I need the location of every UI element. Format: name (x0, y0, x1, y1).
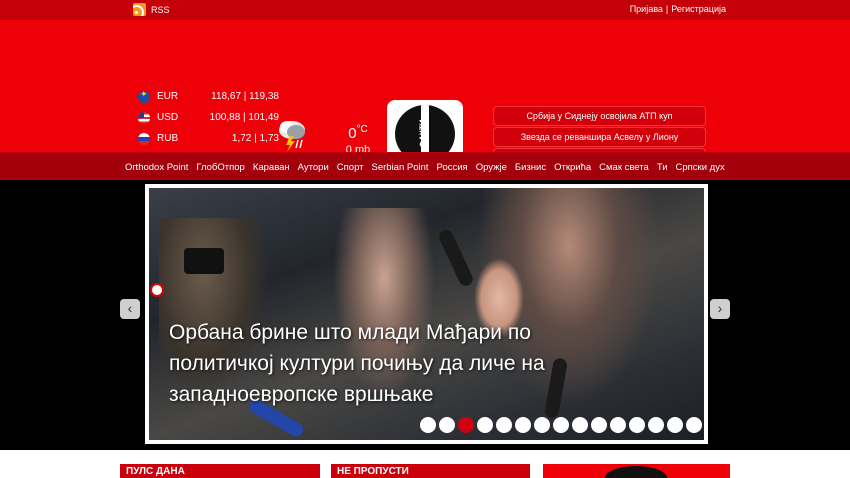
slide-image[interactable]: Орбана брине што млади Мађари по политич… (149, 188, 704, 440)
slider-dot[interactable] (686, 417, 702, 433)
header: EUR 118,67 | 119,38 USD 100,88 | 101,49 … (0, 20, 850, 168)
headline-link[interactable]: Звезда се реваншира Асвелу у Лиону (493, 127, 706, 147)
top-bar: RSS Пријава | Регистрација (0, 0, 850, 20)
nav-item-otkrica[interactable]: Открића (554, 162, 591, 173)
slider-dot[interactable] (553, 417, 569, 433)
nav-item-ti[interactable]: Ти (657, 162, 668, 173)
nav-item-karavan[interactable]: Караван (253, 162, 290, 173)
register-link[interactable]: Регистрација (671, 4, 726, 14)
featured-slider: ‹ Орбана брине што млади Мађари по полит… (0, 180, 850, 450)
section-title-puls-dana[interactable]: ПУЛС ДАНА (120, 464, 320, 478)
login-link[interactable]: Пријава (630, 4, 663, 14)
slider-dots (420, 417, 702, 433)
rate-row: EUR 118,67 | 119,38 (138, 86, 279, 107)
section-title-ne-propusti[interactable]: НЕ ПРОПУСТИ (331, 464, 530, 478)
slider-dot[interactable] (591, 417, 607, 433)
slider-dot[interactable] (439, 417, 455, 433)
rate-value: 118,67 | 119,38 (211, 91, 279, 102)
slider-dot[interactable] (629, 417, 645, 433)
us-flag-icon (138, 111, 150, 124)
nav-item-globotpor[interactable]: ГлобОтпор (196, 162, 244, 173)
rate-value: 1,72 | 1,73 (231, 133, 279, 144)
slider-dot[interactable] (458, 417, 474, 433)
auth-separator: | (665, 4, 669, 14)
slider-next-button[interactable]: › (710, 299, 730, 319)
currency-code: EUR (157, 91, 179, 102)
slider-dot[interactable] (572, 417, 588, 433)
slider-dot[interactable] (648, 417, 664, 433)
logo-text: ФАКТИ (418, 119, 428, 148)
exchange-rates: EUR 118,67 | 119,38 USD 100,88 | 101,49 … (138, 86, 279, 149)
rss-link[interactable]: RSS (133, 3, 170, 16)
main-nav: Orthodox Point ГлобОтпор Караван Аутори … (0, 152, 850, 180)
promo-banner[interactable] (543, 464, 730, 478)
nav-item-rossiya[interactable]: Россия (437, 162, 468, 173)
page: RSS Пријава | Регистрација EUR 118,67 | … (0, 0, 850, 478)
nav-item-biznis[interactable]: Бизнис (515, 162, 546, 173)
auth-links: Пријава | Регистрација (630, 4, 726, 14)
rss-label: RSS (151, 4, 170, 15)
slider-dot[interactable] (534, 417, 550, 433)
nav-items: Orthodox Point ГлобОтпор Караван Аутори … (125, 162, 725, 173)
temperature-value: 0 (348, 125, 357, 142)
temperature-unit: °C (356, 124, 368, 135)
logo-mark (605, 466, 667, 478)
nav-item-smak-sveta[interactable]: Смак света (599, 162, 649, 173)
slider-dot[interactable] (667, 417, 683, 433)
rate-row: RUB 1,72 | 1,73 (138, 128, 279, 149)
thunderstorm-icon (279, 121, 305, 152)
nav-item-orthodox-point[interactable]: Orthodox Point (125, 162, 188, 173)
nav-item-autori[interactable]: Аутори (298, 162, 329, 173)
slider-dot[interactable] (515, 417, 531, 433)
slider-dot[interactable] (610, 417, 626, 433)
content-area: ПУЛС ДАНА НЕ ПРОПУСТИ (0, 450, 850, 478)
no-sign-icon (150, 283, 164, 297)
camera-shape (184, 248, 224, 274)
nav-item-oruzje[interactable]: Оружје (476, 162, 507, 173)
slide-caption[interactable]: Орбана брине што млади Мађари по политич… (169, 317, 639, 410)
slider-dot[interactable] (496, 417, 512, 433)
nav-item-srpski-duh[interactable]: Српски дух (676, 162, 725, 173)
slider-dot[interactable] (477, 417, 493, 433)
slider-prev-button[interactable]: ‹ (120, 299, 140, 319)
rss-icon (133, 3, 146, 16)
nav-item-sport[interactable]: Спорт (337, 162, 364, 173)
rate-value: 100,88 | 101,49 (209, 112, 279, 123)
eu-flag-icon (138, 90, 150, 103)
slider-frame: Орбана брине што млади Мађари по политич… (145, 184, 708, 444)
slider-dot[interactable] (420, 417, 436, 433)
ru-flag-icon (138, 132, 150, 145)
currency-code: RUB (157, 133, 179, 144)
currency-code: USD (157, 112, 179, 123)
rate-row: USD 100,88 | 101,49 (138, 107, 279, 128)
headline-link[interactable]: Србија у Сиднеју освојила АТП куп (493, 106, 706, 126)
nav-item-serbian-point[interactable]: Serbian Point (372, 162, 429, 173)
